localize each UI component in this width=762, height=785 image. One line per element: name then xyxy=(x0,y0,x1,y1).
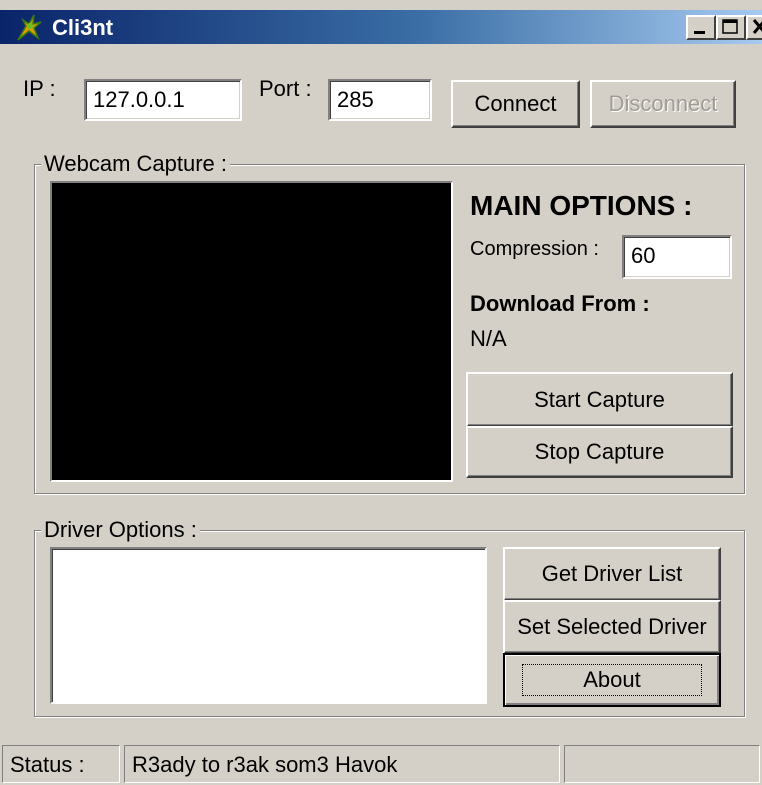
status-label: Status : xyxy=(2,745,120,783)
webcam-preview xyxy=(50,181,453,482)
app-window: Cli3nt IP : 127.0.0.1 Port : 285 Connect… xyxy=(0,0,762,785)
download-from-label: Download From : xyxy=(470,291,650,316)
start-capture-button[interactable]: Start Capture xyxy=(466,372,733,427)
about-label: About xyxy=(522,664,702,696)
close-button[interactable] xyxy=(746,15,762,40)
set-selected-driver-button[interactable]: Set Selected Driver xyxy=(503,600,721,654)
window-title: Cli3nt xyxy=(52,15,114,40)
status-message: R3ady to r3ak som3 Havok xyxy=(124,745,560,783)
compression-input[interactable]: 60 xyxy=(622,235,732,279)
title-bar[interactable]: Cli3nt xyxy=(0,10,762,44)
ip-input[interactable]: 127.0.0.1 xyxy=(84,79,242,121)
webcam-capture-label: Webcam Capture : xyxy=(41,151,231,177)
connect-button[interactable]: Connect xyxy=(451,80,580,128)
status-extra xyxy=(564,745,760,783)
port-input[interactable]: 285 xyxy=(328,79,432,121)
stop-capture-button[interactable]: Stop Capture xyxy=(466,426,733,478)
close-icon xyxy=(752,19,762,34)
about-button[interactable]: About xyxy=(503,653,721,707)
maximize-icon xyxy=(722,19,738,34)
app-icon xyxy=(17,14,42,41)
maximize-button[interactable] xyxy=(716,15,746,40)
minimize-button[interactable] xyxy=(686,15,716,40)
minimize-icon xyxy=(694,31,705,34)
main-options-heading: MAIN OPTIONS : xyxy=(470,190,693,221)
ip-label: IP : xyxy=(23,76,56,101)
get-driver-list-button[interactable]: Get Driver List xyxy=(503,547,721,601)
disconnect-button[interactable]: Disconnect xyxy=(590,80,736,128)
status-bar: Status : R3ady to r3ak som3 Havok xyxy=(0,742,762,785)
compression-label: Compression : xyxy=(470,238,599,260)
download-from-value: N/A xyxy=(470,326,507,351)
port-label: Port : xyxy=(259,76,312,101)
driver-options-label: Driver Options : xyxy=(41,517,200,543)
driver-list[interactable] xyxy=(50,547,487,704)
